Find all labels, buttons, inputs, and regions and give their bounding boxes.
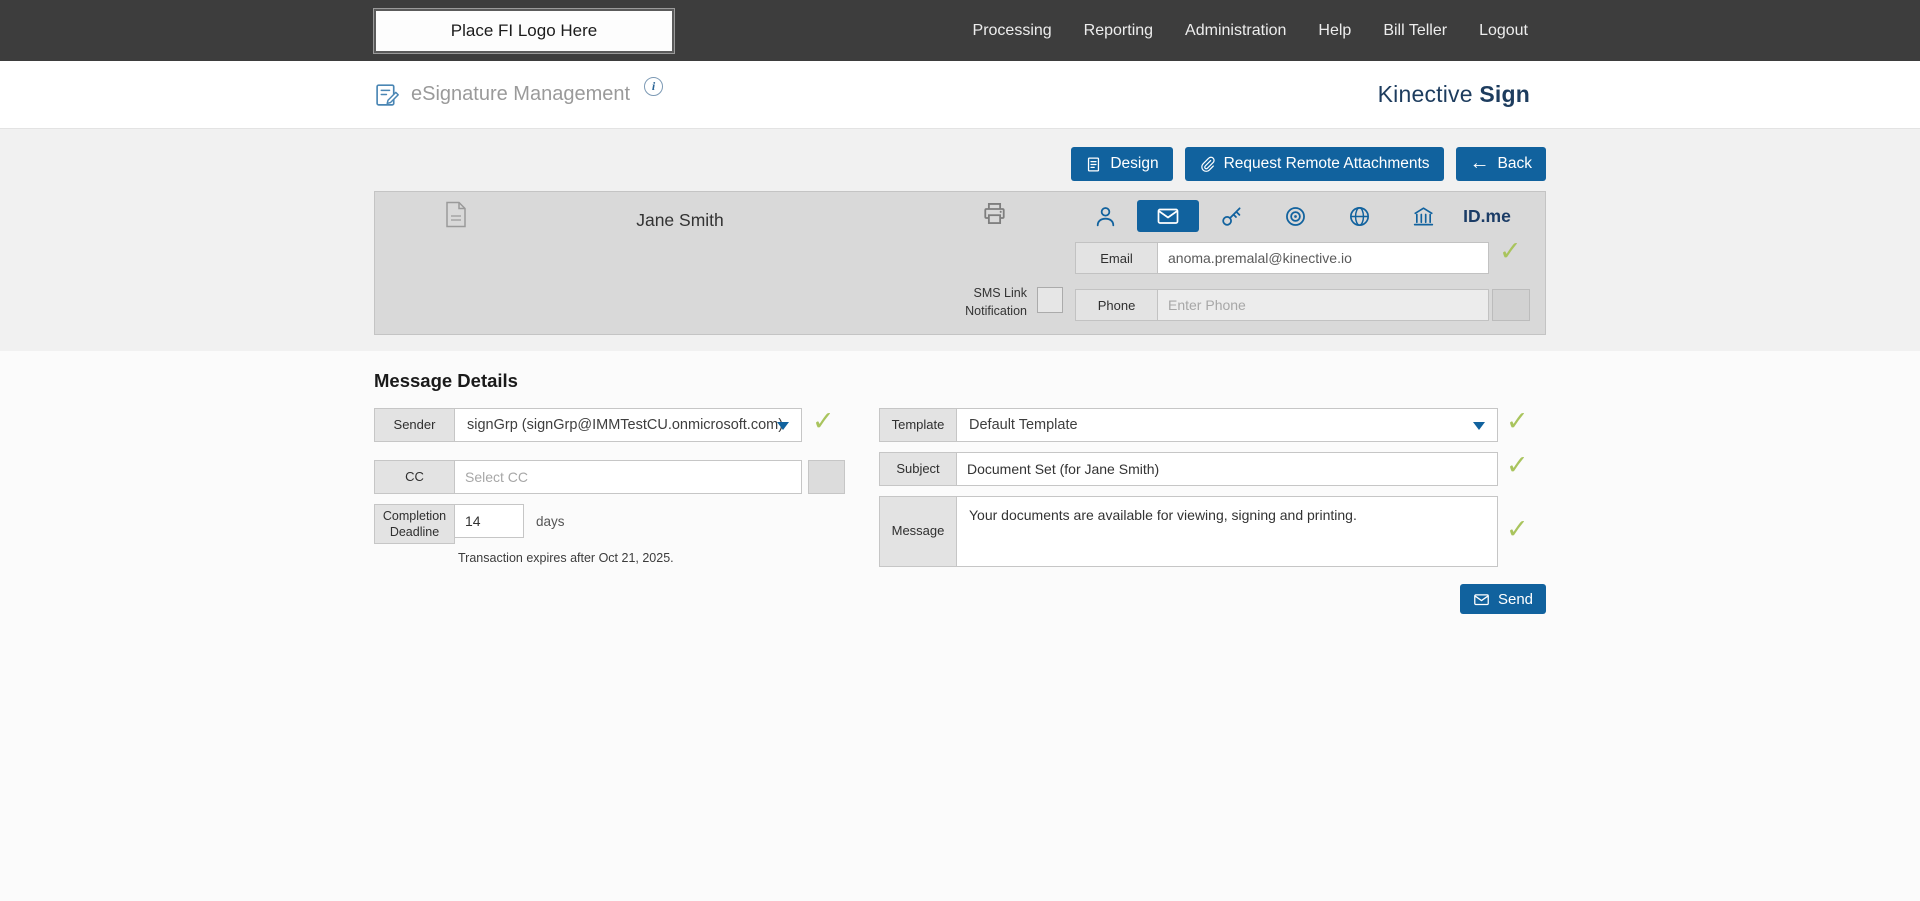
email-field-label: Email (1075, 242, 1158, 274)
template-label: Template (879, 408, 957, 442)
content-top-band: Design Request Remote Attachments ← Back… (0, 129, 1920, 351)
subject-input[interactable] (956, 452, 1498, 486)
phone-disabled-box (1492, 289, 1530, 321)
completion-deadline-label: Completion Deadline (374, 504, 455, 544)
design-button-label: Design (1110, 155, 1158, 173)
document-thumbnail-icon (445, 201, 467, 228)
request-remote-attachments-button[interactable]: Request Remote Attachments (1185, 147, 1444, 181)
transaction-expiry-note: Transaction expires after Oct 21, 2025. (458, 551, 674, 565)
subject-label: Subject (879, 452, 957, 486)
page-title: eSignature Management (411, 83, 630, 106)
nav-administration[interactable]: Administration (1185, 22, 1286, 40)
delivery-method-icons: ID.me (1073, 199, 1519, 233)
brand-name: Kinective (1378, 81, 1473, 107)
fi-logo-placeholder: Place FI Logo Here (374, 9, 674, 53)
message-label: Message (879, 496, 957, 567)
cc-input[interactable] (454, 460, 802, 494)
sender-label: Sender (374, 408, 455, 442)
in-person-delivery-icon[interactable] (1073, 199, 1137, 233)
design-button[interactable]: Design (1071, 147, 1172, 181)
back-arrow-icon: ← (1470, 153, 1490, 173)
send-envelope-icon (1473, 591, 1490, 608)
target-delivery-icon[interactable] (1263, 199, 1327, 233)
email-input[interactable] (1157, 242, 1489, 274)
phone-field-label: Phone (1075, 289, 1158, 321)
app-header: eSignature Management i Kinective Sign (0, 61, 1920, 129)
idme-logo: ID.me (1463, 206, 1511, 227)
deadline-days-unit: days (536, 504, 565, 538)
phone-input[interactable] (1157, 289, 1489, 321)
completion-deadline-input[interactable] (454, 504, 524, 538)
nav-logout[interactable]: Logout (1479, 22, 1528, 40)
sms-link-notification-checkbox[interactable] (1037, 287, 1063, 313)
brand-product: Sign (1479, 81, 1530, 107)
nav-reporting[interactable]: Reporting (1084, 22, 1153, 40)
info-icon[interactable]: i (644, 77, 663, 96)
nav-user-bill-teller[interactable]: Bill Teller (1383, 22, 1447, 40)
template-dropdown[interactable]: Default Template (956, 408, 1498, 442)
recipient-name: Jane Smith (580, 205, 780, 235)
cc-disabled-box (808, 460, 845, 494)
cc-label: CC (374, 460, 455, 494)
subject-valid-checkmark: ✓ (1506, 450, 1529, 481)
request-remote-attachments-label: Request Remote Attachments (1224, 155, 1430, 173)
brand-logo: Kinective Sign (1378, 81, 1530, 108)
sender-dropdown-value: signGrp (signGrp@IMMTestCU.onmicrosoft.c… (467, 417, 783, 433)
esignature-icon (374, 81, 401, 108)
back-button-label: Back (1498, 155, 1532, 173)
message-details-heading: Message Details (374, 370, 1546, 392)
send-button[interactable]: Send (1460, 584, 1546, 614)
action-toolbar: Design Request Remote Attachments ← Back (374, 129, 1546, 181)
chevron-down-icon (777, 422, 789, 430)
template-valid-checkmark: ✓ (1506, 406, 1529, 437)
message-details-section: Message Details Sender signGrp (signGrp@… (0, 370, 1920, 648)
recipient-card: Jane Smith (374, 191, 1546, 335)
template-dropdown-value: Default Template (969, 417, 1078, 433)
design-document-icon (1085, 156, 1102, 173)
globe-delivery-icon[interactable] (1327, 199, 1391, 233)
chevron-down-icon (1473, 422, 1485, 430)
idme-delivery-option[interactable]: ID.me (1455, 199, 1519, 233)
top-bar: Place FI Logo Here Processing Reporting … (0, 0, 1920, 61)
bank-delivery-icon[interactable] (1391, 199, 1455, 233)
message-textarea[interactable]: Your documents are available for viewing… (956, 496, 1498, 567)
send-button-label: Send (1498, 591, 1533, 608)
nav-help[interactable]: Help (1318, 22, 1351, 40)
back-button[interactable]: ← Back (1456, 147, 1546, 181)
message-details-form: Sender signGrp (signGrp@IMMTestCU.onmicr… (374, 408, 1546, 648)
sender-dropdown[interactable]: signGrp (signGrp@IMMTestCU.onmicrosoft.c… (454, 408, 802, 442)
nav-processing[interactable]: Processing (973, 22, 1052, 40)
key-delivery-icon[interactable] (1199, 199, 1263, 233)
sms-link-notification-label: SMS Link Notification (941, 285, 1027, 320)
email-valid-checkmark: ✓ (1499, 236, 1522, 267)
sender-valid-checkmark: ✓ (812, 406, 835, 437)
printer-icon[interactable] (981, 200, 1008, 227)
paperclip-icon (1199, 156, 1216, 173)
fi-logo-text: Place FI Logo Here (451, 21, 597, 41)
message-valid-checkmark: ✓ (1506, 514, 1529, 545)
email-delivery-icon[interactable] (1137, 200, 1199, 232)
top-nav: Processing Reporting Administration Help… (973, 22, 1528, 40)
